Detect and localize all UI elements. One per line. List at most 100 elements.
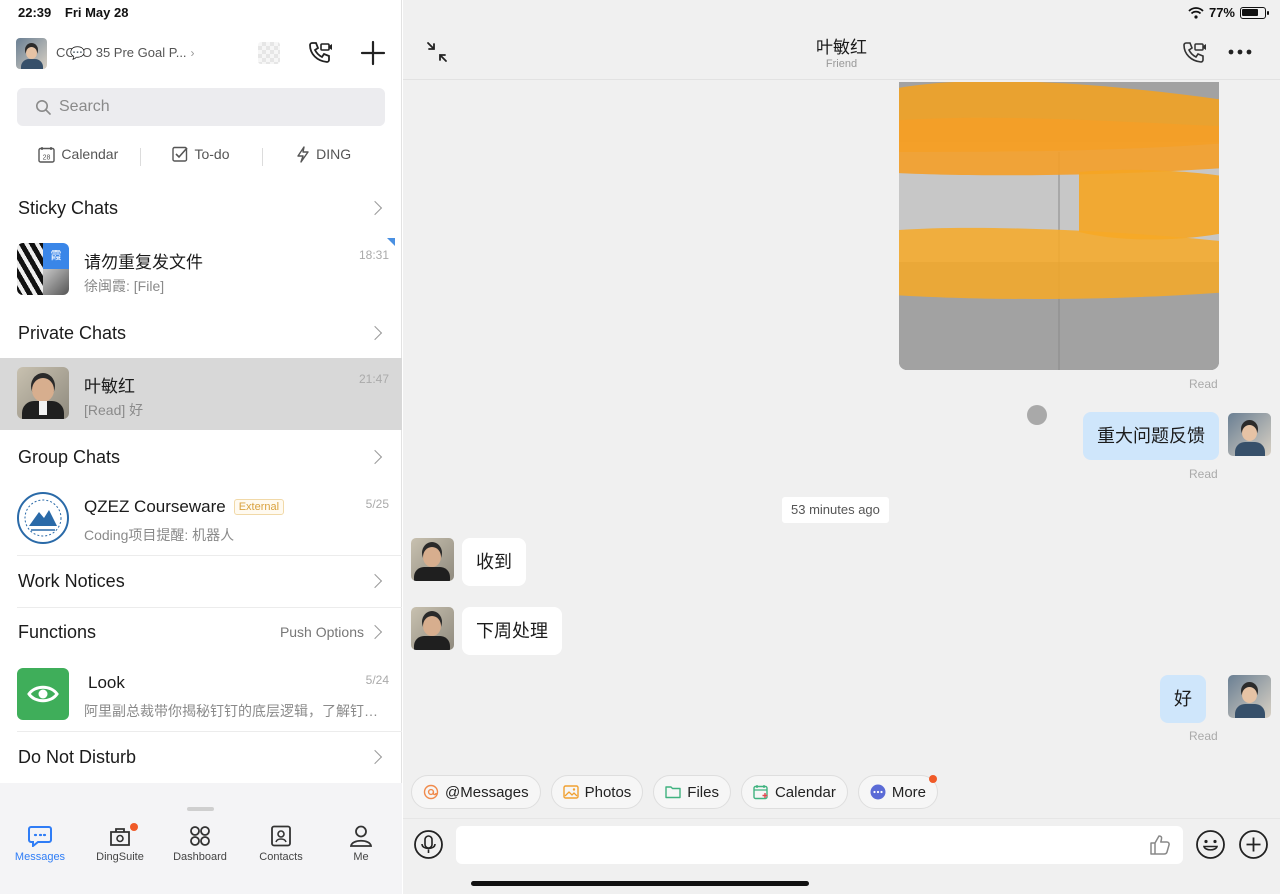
section-group-chats[interactable]: Group Chats [0, 442, 402, 472]
conversation-pane: 叶敏红 Friend 77% Read 重大问题反馈 Read 53 minut… [403, 0, 1280, 894]
chat-name: 叶敏红 [84, 377, 135, 396]
chat-item-private[interactable]: 叶敏红 [Read] 好 21:47 [0, 358, 402, 430]
look-app-avatar [17, 668, 69, 720]
calendar-day: 28 [43, 154, 51, 161]
plus-icon[interactable] [359, 39, 387, 67]
section-sticky-chats[interactable]: Sticky Chats [0, 193, 402, 223]
chat-time: 5/25 [365, 497, 389, 511]
message-bubble-sent[interactable]: 重大问题反馈 [1083, 412, 1219, 460]
chat-time: 5/24 [365, 673, 389, 687]
microphone-icon[interactable] [413, 829, 444, 860]
section-private-chats[interactable]: Private Chats [0, 318, 402, 348]
search-icon [36, 100, 51, 115]
more-options-icon[interactable] [1227, 48, 1253, 56]
chat-preview: 徐闽霞: [File] [84, 278, 165, 294]
redacted-photo [899, 82, 1219, 370]
video-call-icon[interactable] [306, 39, 334, 67]
quick-calendar-label: Calendar [61, 146, 119, 162]
message-bubble-received[interactable]: 收到 [462, 538, 526, 586]
notification-dot [130, 823, 138, 831]
section-title: Private Chats [18, 322, 127, 343]
shortcut-label: @Messages [445, 783, 529, 801]
tab-messages[interactable]: Messages [0, 825, 80, 863]
push-options-link[interactable]: Push Options [280, 624, 364, 640]
contact-avatar[interactable] [411, 538, 454, 581]
lightning-icon [297, 145, 309, 163]
shortcut-photos[interactable]: Photos [550, 775, 644, 809]
tab-dingsuite[interactable]: DingSuite [80, 823, 160, 863]
tab-contacts[interactable]: Contacts [241, 825, 321, 863]
message-composer [403, 818, 1280, 894]
status-bar-right: 77% [1188, 5, 1269, 20]
calendar-add-icon [753, 785, 768, 800]
read-receipt: Read [1189, 377, 1218, 391]
image-message[interactable] [899, 82, 1219, 370]
notification-dot [929, 775, 938, 783]
chat-preview: [Read] 好 [84, 402, 144, 418]
chat-name: QZEZ Courseware External [84, 497, 285, 517]
message-bubble-sent[interactable]: 好 [1160, 675, 1206, 723]
my-avatar[interactable] [1228, 675, 1271, 718]
person-icon [349, 825, 373, 847]
thumbs-up-icon[interactable] [1148, 833, 1172, 857]
mountain-logo-icon [24, 499, 62, 537]
tab-me[interactable]: Me [321, 825, 401, 863]
quick-ding-button[interactable]: DING [262, 145, 385, 166]
quick-actions: 28 Calendar To-do DING [17, 142, 385, 166]
shortcut-label: Files [687, 783, 719, 801]
video-call-icon[interactable] [1181, 40, 1209, 66]
tab-label: Contacts [259, 851, 303, 863]
read-receipt: Read [1189, 467, 1218, 481]
conversation-subtitle: Friend [825, 58, 858, 70]
shortcut-files[interactable]: Files [653, 775, 731, 809]
section-do-not-disturb[interactable]: Do Not Disturb [0, 742, 402, 772]
tab-dashboard[interactable]: Dashboard [160, 825, 240, 863]
battery-icon [1240, 6, 1269, 19]
my-avatar[interactable] [16, 38, 47, 69]
section-title: Sticky Chats [18, 197, 119, 218]
organization-switcher[interactable]: 💬 CChO 35 Pre Goal P... › [56, 45, 195, 60]
status-date: Fri May 28 [64, 5, 129, 20]
tab-label: Me [353, 851, 369, 863]
chat-time: 18:31 [358, 248, 389, 262]
chat-item-look[interactable]: Look 阿里副总裁带你揭秘钉钉的底层逻辑，了解钉钉的工作方式 5/24 [0, 659, 402, 729]
school-logo-avatar [17, 492, 69, 544]
chat-list-pane: 22:39 Fri May 28 💬 CChO 35 Pre Goal P...… [0, 0, 402, 894]
shortcut-calendar[interactable]: Calendar [740, 775, 848, 809]
emoji-icon[interactable] [1195, 829, 1226, 860]
chevron-right-icon [367, 573, 383, 589]
chat-name: Look [88, 673, 125, 692]
contact-avatar[interactable] [411, 607, 454, 650]
tab-label: DingSuite [96, 851, 144, 863]
shortcut-more[interactable]: More [857, 775, 939, 809]
qr-icon[interactable] [258, 42, 280, 64]
eye-icon [27, 685, 59, 703]
search-input[interactable]: Search [17, 88, 385, 126]
shortcut-at-messages[interactable]: @Messages [411, 775, 541, 809]
section-functions[interactable]: Functions Push Options [0, 617, 402, 647]
section-work-notices[interactable]: Work Notices [0, 566, 402, 596]
home-indicator [471, 881, 809, 886]
dingsuite-icon [110, 828, 130, 846]
divider [17, 607, 402, 608]
chat-item-sticky[interactable]: 霞 请勿重复发文件 徐闽霞: [File] 18:31 [0, 234, 402, 304]
my-avatar[interactable] [1228, 413, 1271, 456]
tab-label: Messages [14, 851, 66, 863]
wifi-icon [1188, 6, 1204, 19]
quick-calendar-button[interactable]: 28 Calendar [17, 146, 140, 163]
conversation-title: 叶敏红 [816, 38, 867, 57]
chat-preview: 阿里副总裁带你揭秘钉钉的底层逻辑，了解钉钉的工作方式 [84, 703, 389, 719]
quick-todo-button[interactable]: To-do [139, 146, 263, 166]
quick-todo-label: To-do [194, 146, 230, 162]
message-bubble-received[interactable]: 下周处理 [462, 607, 562, 655]
add-attachment-icon[interactable] [1238, 829, 1269, 860]
shortcut-label: More [891, 783, 927, 801]
divider [17, 731, 402, 732]
message-input[interactable] [456, 826, 1183, 864]
at-icon [423, 784, 439, 800]
chat-item-group[interactable]: QZEZ Courseware External Coding项目提醒: 机器人… [0, 483, 402, 553]
member-initial: 霞 [43, 243, 69, 269]
more-icon [870, 784, 886, 800]
drag-handle[interactable] [187, 807, 214, 811]
read-receipt: Read [1189, 729, 1218, 743]
